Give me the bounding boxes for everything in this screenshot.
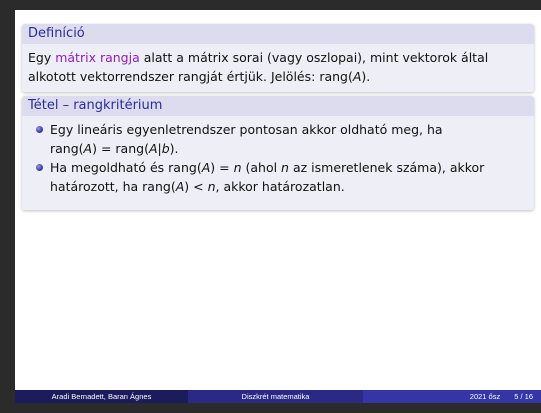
math-symbol: A|b (148, 141, 170, 156)
text: alkotott vektorrendszer rangját értjük. … (28, 69, 353, 84)
math-symbol: n (281, 160, 289, 175)
page-number: 5 / 16 (514, 392, 533, 401)
text: Egy lineáris egyenletrendszer pontosan a… (50, 122, 443, 137)
term-highlight: mátrix rangja (55, 50, 140, 65)
bullet-icon (36, 126, 43, 133)
footer-bar: Aradi Bernadett, Baran Ágnes Diszkrét ma… (15, 390, 541, 403)
text: Ha megoldható és rang(A) = n (ahol n az … (50, 158, 528, 177)
math-symbol: A (201, 160, 211, 175)
bullet-icon (36, 164, 43, 171)
definition-line-1: Egy mátrix rangja alatt a mátrix sorai (… (28, 48, 528, 67)
text: ) = rang( (92, 141, 149, 156)
math-symbol: A (83, 141, 93, 156)
definition-body: Egy mátrix rangja alatt a mátrix sorai (… (22, 44, 534, 92)
math-symbol: n (233, 160, 242, 175)
theorem-list: Egy lineáris egyenletrendszer pontosan a… (28, 120, 528, 196)
text: rang(A) = rang(A|b). (50, 139, 528, 158)
text: ) < (184, 179, 208, 194)
definition-line-2: alkotott vektorrendszer rangját értjük. … (28, 67, 528, 86)
footer-term: 2021 ősz (469, 392, 501, 401)
text: határozott, ha rang(A) < n, akkor határo… (50, 177, 528, 196)
text: (ahol (241, 160, 282, 175)
footer-course: Diszkrét matematika (188, 390, 363, 403)
text: ) = (210, 160, 234, 175)
text: ). (169, 141, 179, 156)
text: az ismeretlenek száma), akkor (288, 160, 485, 175)
footer-info: 2021 ősz 5 / 16 (363, 390, 541, 403)
text: alatt a mátrix sorai (vagy oszlopai), mi… (139, 50, 489, 65)
theorem-body: Egy lineáris egyenletrendszer pontosan a… (22, 116, 534, 210)
text: Egy (28, 50, 56, 65)
math-symbol: n (207, 179, 216, 194)
definition-title: Definíció (22, 24, 534, 44)
text: rang( (50, 141, 84, 156)
slide: Definíció Egy mátrix rangja alatt a mátr… (15, 10, 541, 403)
text: Ha megoldható és rang( (50, 160, 202, 175)
footer-authors: Aradi Bernadett, Baran Ágnes (15, 390, 188, 403)
text: ). (361, 69, 371, 84)
theorem-block: Tétel – rangkritérium Egy lineáris egyen… (22, 96, 534, 210)
text: határozott, ha rang( (50, 179, 176, 194)
theorem-title: Tétel – rangkritérium (22, 96, 534, 116)
list-item: Ha megoldható és rang(A) = n (ahol n az … (34, 158, 528, 196)
list-item: Egy lineáris egyenletrendszer pontosan a… (34, 120, 528, 158)
text: , akkor határozatlan. (215, 179, 345, 194)
definition-block: Definíció Egy mátrix rangja alatt a mátr… (22, 24, 534, 92)
math-symbol: A (175, 179, 185, 194)
